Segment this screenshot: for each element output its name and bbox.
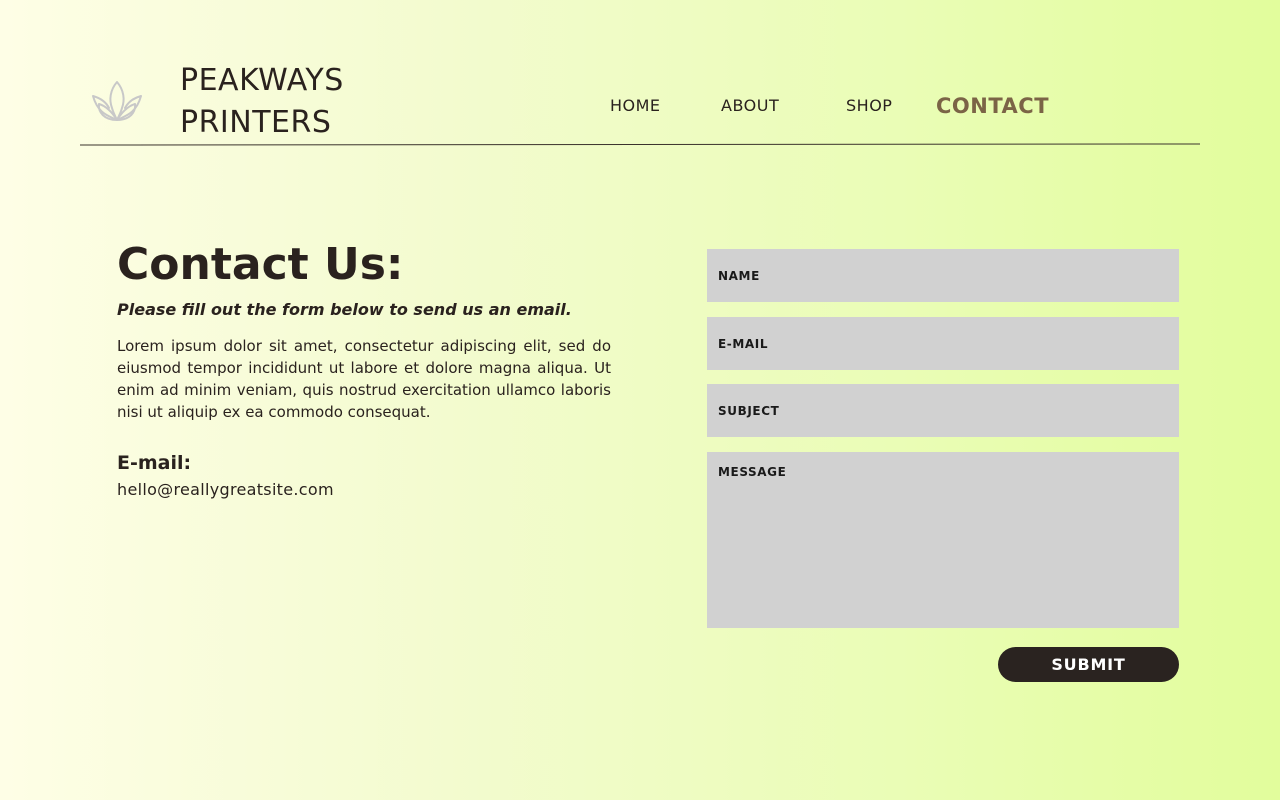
lotus-icon <box>90 78 144 126</box>
nav-shop[interactable]: SHOP <box>846 92 892 120</box>
subject-input[interactable] <box>707 384 1179 437</box>
submit-button[interactable]: SUBMIT <box>998 647 1179 682</box>
email-heading: E-mail: <box>117 452 192 474</box>
nav-contact[interactable]: CONTACT <box>936 92 1049 120</box>
message-textarea[interactable] <box>707 452 1179 628</box>
brand-name: PEAKWAYS PRINTERS <box>180 60 344 144</box>
page-subtitle: Please fill out the form below to send u… <box>117 300 572 319</box>
name-input[interactable] <box>707 249 1179 302</box>
brand-line-2: PRINTERS <box>180 105 332 140</box>
header-divider <box>79 143 1201 146</box>
body-paragraph: Lorem ipsum dolor sit amet, consectetur … <box>117 337 611 421</box>
nav-about[interactable]: ABOUT <box>721 92 779 120</box>
page-title: Contact Us: <box>117 239 404 290</box>
email-address: hello@reallygreatsite.com <box>117 480 334 499</box>
nav-home[interactable]: HOME <box>610 92 661 120</box>
brand-line-1: PEAKWAYS <box>180 63 344 98</box>
email-input[interactable] <box>707 317 1179 370</box>
